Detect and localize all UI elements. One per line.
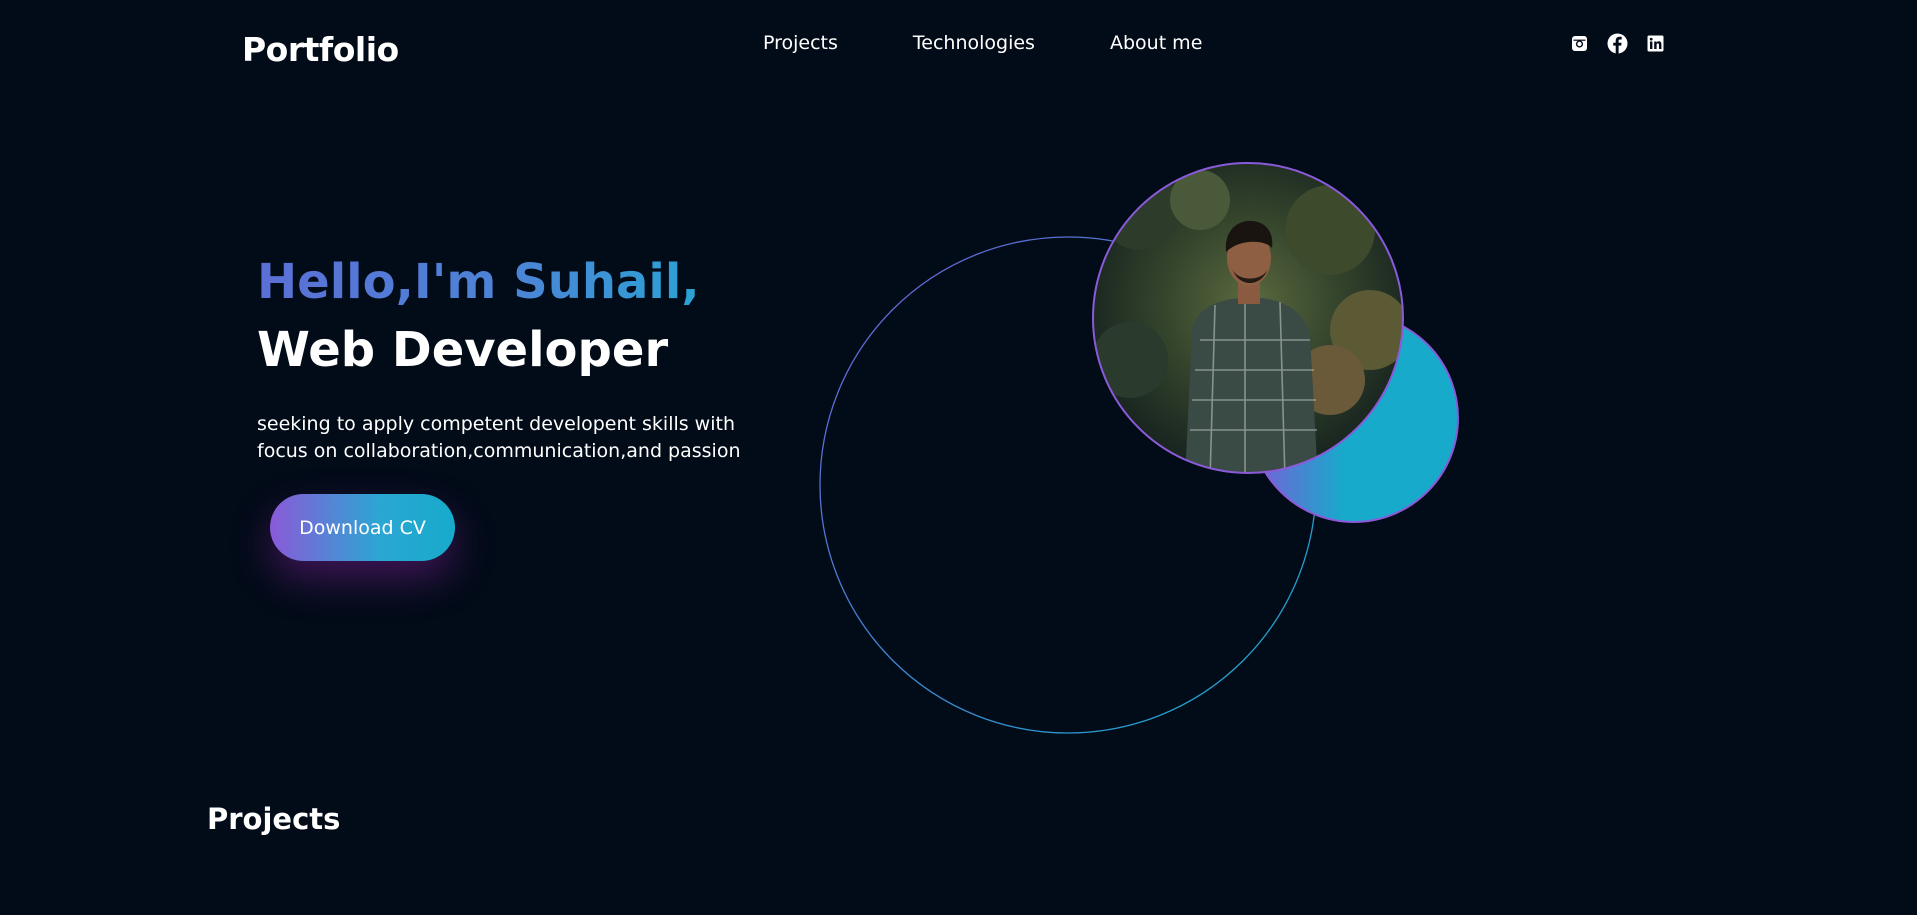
facebook-icon[interactable] — [1606, 32, 1628, 54]
main-nav: Projects Technologies About me — [763, 32, 1202, 54]
nav-projects[interactable]: Projects — [763, 32, 838, 54]
hero-description-line: focus on collaboration,communication,and… — [257, 440, 741, 462]
social-links — [1568, 32, 1666, 54]
profile-photo-frame — [1092, 162, 1404, 474]
decorative-ring — [819, 236, 1317, 734]
profile-photo — [1093, 163, 1403, 473]
instagram-icon[interactable] — [1568, 32, 1590, 54]
decorative-blob — [1249, 313, 1459, 523]
linkedin-icon[interactable] — [1644, 32, 1666, 54]
portfolio-page: Portfolio Projects Technologies About me — [0, 0, 1917, 915]
hero-description-line: seeking to apply competent developent sk… — [257, 413, 735, 435]
nav-technologies[interactable]: Technologies — [913, 32, 1035, 54]
nav-about-me[interactable]: About me — [1110, 32, 1202, 54]
projects-section-title: Projects — [207, 802, 341, 836]
hero-greeting: Hello,I'm Suhail, — [257, 254, 700, 310]
logo[interactable]: Portfolio — [242, 30, 399, 69]
download-cv-button[interactable]: Download CV — [270, 494, 455, 561]
hero-role: Web Developer — [257, 322, 669, 378]
hero-description: seeking to apply competent developent sk… — [257, 411, 757, 465]
